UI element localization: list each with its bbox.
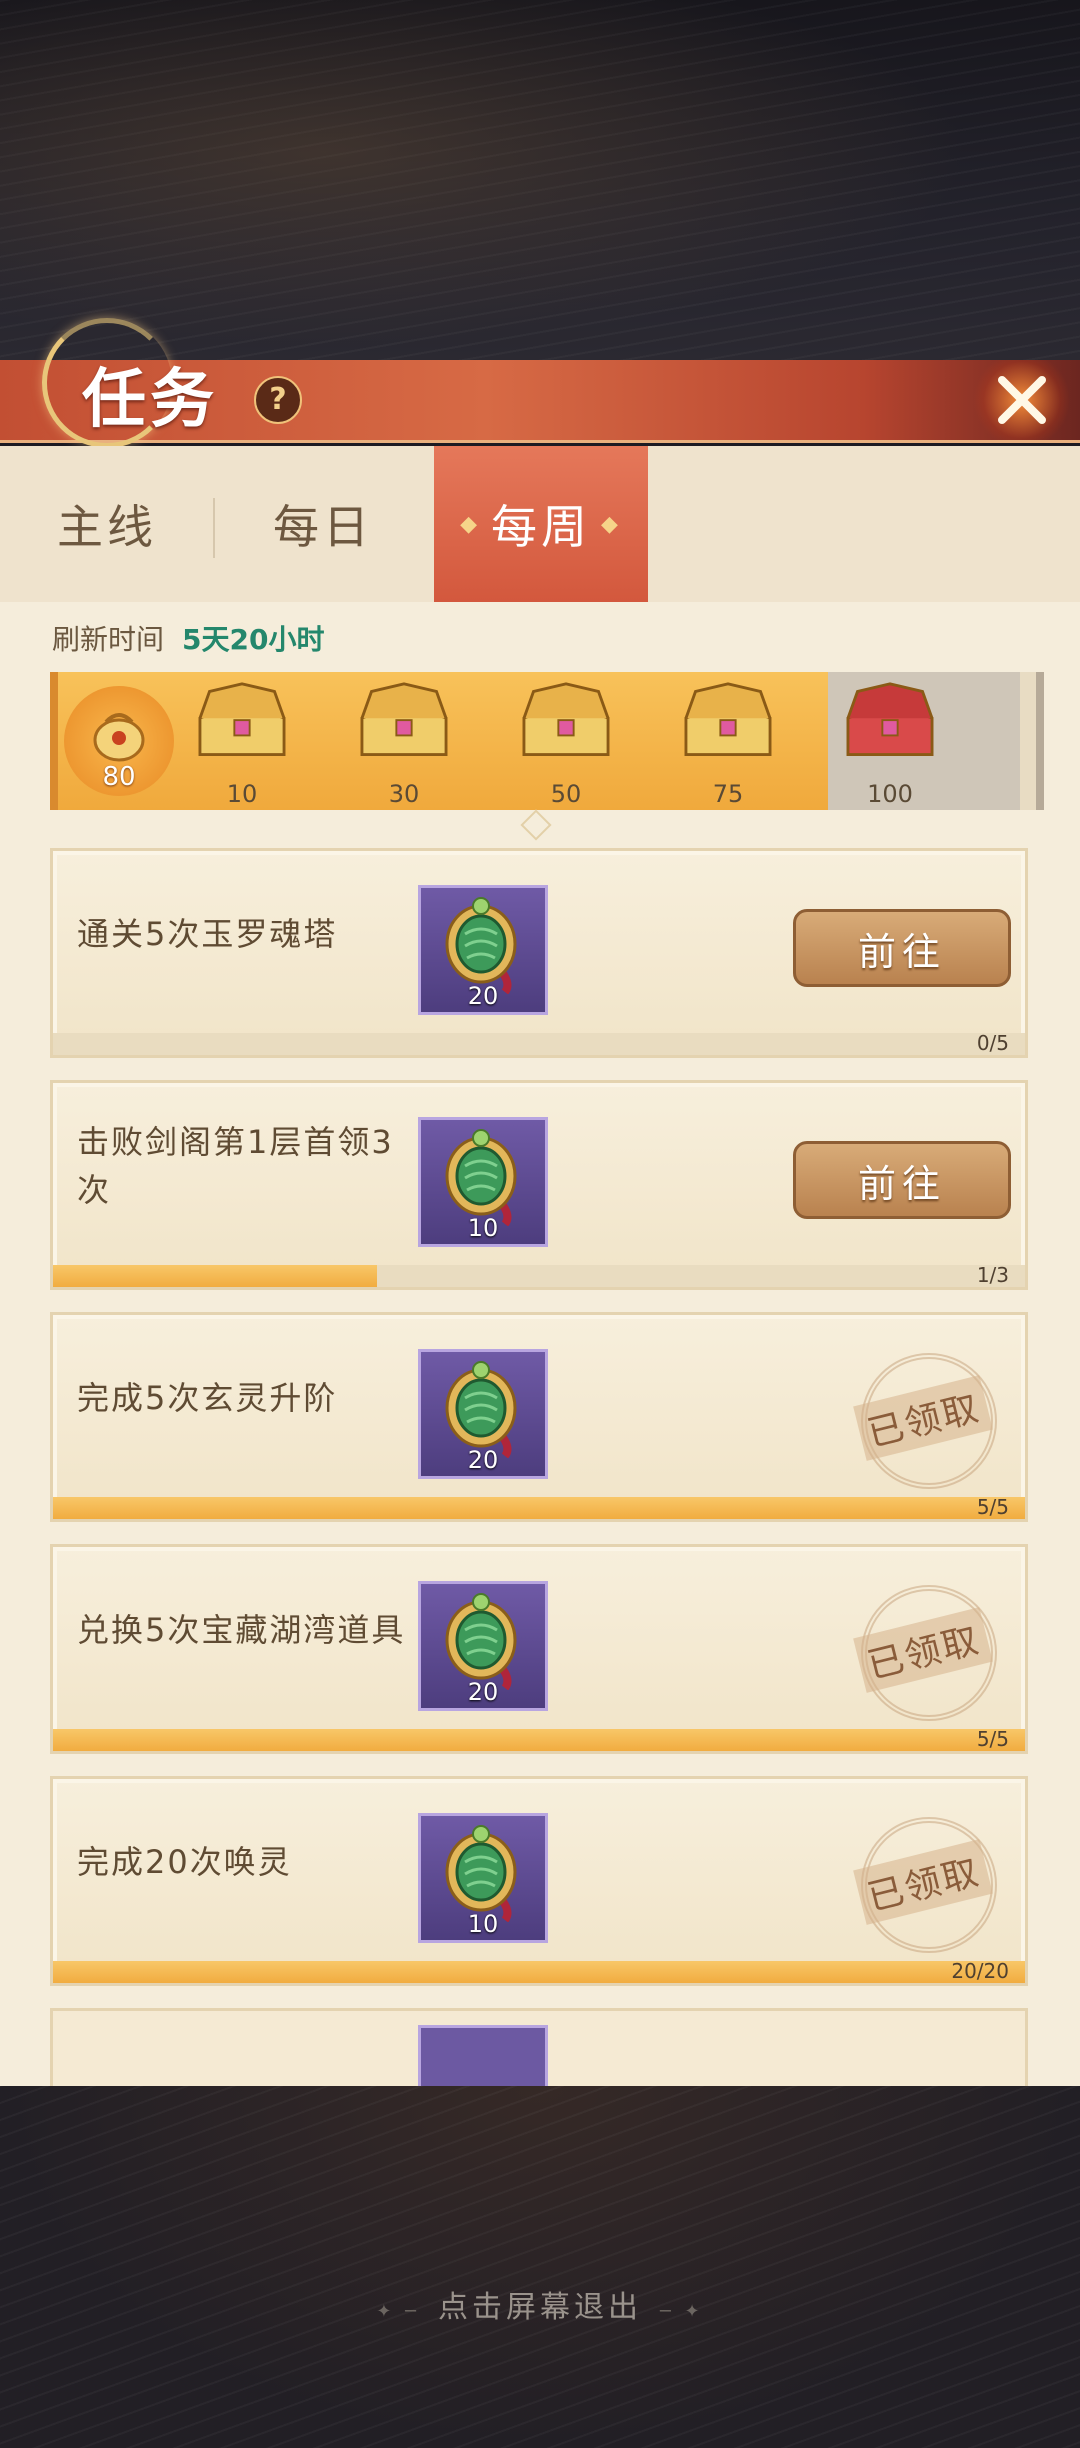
treasure-chest-icon xyxy=(846,682,934,756)
tab-divider xyxy=(213,498,215,558)
reward-item[interactable]: 20 xyxy=(418,1581,548,1711)
reward-item[interactable]: 10 xyxy=(418,1117,548,1247)
ornament-icon: ✦ ─ xyxy=(376,2301,420,2322)
task-progress-bar: 1/3 xyxy=(53,1263,1025,1287)
reward-item[interactable]: 10 xyxy=(418,1813,548,1943)
top-background xyxy=(0,0,1080,380)
task-card: 通关5次玉罗魂塔 20 前往 0/5 xyxy=(50,848,1028,1058)
task-progress-count: 1/3 xyxy=(976,1263,1009,1287)
pouch-icon xyxy=(93,713,145,762)
jade-talisman-icon xyxy=(445,897,517,994)
refresh-label: 刷新时间 xyxy=(52,623,165,656)
close-icon xyxy=(998,376,1046,424)
reward-quantity: 20 xyxy=(467,982,499,1010)
treasure-chest-icon xyxy=(198,682,286,756)
milestone-chest-1[interactable]: 30 xyxy=(339,674,469,808)
task-progress-count: 20/20 xyxy=(951,1959,1009,1983)
jade-talisman-icon xyxy=(445,1825,517,1922)
milestone-label: 50 xyxy=(550,780,582,808)
task-name: 兑换5次宝藏湖湾道具 xyxy=(77,1611,406,1649)
task-card: 完成5次玄灵升阶 20 已领取 5/5 xyxy=(50,1312,1028,1522)
task-progress-bar: 20/20 xyxy=(53,1959,1025,1983)
task-progress-fill xyxy=(53,1497,1025,1519)
task-name: 通关5次玉罗魂塔 xyxy=(77,915,338,953)
reward-quantity: 20 xyxy=(467,1678,499,1706)
task-progress-count: 0/5 xyxy=(976,1031,1009,1055)
task-name: 完成20次唤灵 xyxy=(77,1843,292,1881)
task-progress-fill xyxy=(53,1729,1025,1751)
milestone-chest-3[interactable]: 75 xyxy=(663,674,793,808)
task-card: 击败剑阁第1层首领3次 10 前往 1/3 xyxy=(50,1080,1028,1290)
reward-quantity: 20 xyxy=(467,1446,499,1474)
reward-quantity: 10 xyxy=(467,1910,499,1938)
claimed-stamp: 已领取 xyxy=(843,1353,1003,1489)
weekly-progress-track: 80 10 30 50 75 100 xyxy=(50,672,1044,810)
reward-quantity: 10 xyxy=(467,1214,499,1242)
reward-item[interactable]: 20 xyxy=(418,1349,548,1479)
task-card: 完成20次唤灵 10 已领取 20/20 xyxy=(50,1776,1028,1986)
tab-bar: 主线 每日 ◆ 每周 ◆ xyxy=(0,446,1080,602)
task-name: 击败剑阁第1层首领3次 xyxy=(77,1123,394,1209)
jade-talisman-icon xyxy=(445,1593,517,1690)
treasure-chest-icon xyxy=(360,682,448,756)
reward-item-icon xyxy=(418,2025,548,2086)
exit-hint[interactable]: ✦ ─ 点击屏幕退出 ─ ✦ xyxy=(0,2282,1080,2326)
milestone-chest-0[interactable]: 10 xyxy=(177,674,307,808)
help-button[interactable]: ? xyxy=(254,376,302,424)
milestone-label: 10 xyxy=(226,780,258,808)
milestone-chest-2[interactable]: 50 xyxy=(501,674,631,808)
exit-hint-text: 点击屏幕退出 xyxy=(438,2290,642,2325)
treasure-chest-icon xyxy=(522,682,610,756)
tab-weekly-label: 每周 xyxy=(491,500,591,554)
milestone-label: 30 xyxy=(388,780,420,808)
task-progress-bar: 5/5 xyxy=(53,1727,1025,1751)
task-progress-count: 5/5 xyxy=(976,1495,1009,1519)
jade-talisman-icon xyxy=(445,1129,517,1226)
reward-item[interactable]: 20 xyxy=(418,885,548,1015)
claimed-stamp: 已领取 xyxy=(843,1585,1003,1721)
close-button[interactable] xyxy=(972,360,1072,440)
ornament-icon: ─ ✦ xyxy=(660,2301,704,2322)
tab-main[interactable]: 主线 xyxy=(0,446,214,602)
diamond-ornament-icon: ◆ xyxy=(601,511,622,537)
jade-talisman-icon xyxy=(445,1361,517,1458)
task-card: 兑换5次宝藏湖湾道具 20 已领取 5/5 xyxy=(50,1544,1028,1754)
task-name: 完成5次玄灵升阶 xyxy=(77,1379,338,1417)
go-button[interactable]: 前往 xyxy=(793,1141,1011,1219)
page-title: 任务 xyxy=(82,363,218,437)
track-divider-ornament xyxy=(520,809,552,841)
task-card-partial xyxy=(50,2008,1028,2086)
go-button[interactable]: 前往 xyxy=(793,909,1011,987)
treasure-chest-icon xyxy=(684,682,772,756)
task-progress-bar: 0/5 xyxy=(53,1031,1025,1055)
bottom-background[interactable] xyxy=(0,2085,1080,2448)
task-progress-fill xyxy=(53,1265,377,1287)
milestone-label: 100 xyxy=(867,780,913,808)
task-progress-count: 5/5 xyxy=(976,1727,1009,1751)
diamond-ornament-icon: ◆ xyxy=(460,511,481,537)
task-progress-fill xyxy=(53,1961,1025,1983)
refresh-value: 5天20小时 xyxy=(182,623,325,656)
refresh-time: 刷新时间 5天20小时 xyxy=(52,618,324,658)
task-progress-bar: 5/5 xyxy=(53,1495,1025,1519)
tab-daily[interactable]: 每日 xyxy=(216,446,430,602)
task-panel: 主线 每日 ◆ 每周 ◆ 刷新时间 5天20小时 80 10 30 50 75 100 通… xyxy=(0,446,1080,2086)
tab-weekly[interactable]: ◆ 每周 ◆ xyxy=(434,446,648,602)
activity-points-badge: 80 xyxy=(64,686,174,796)
milestone-chest-4[interactable]: 100 xyxy=(825,674,955,808)
claimed-stamp: 已领取 xyxy=(843,1817,1003,1953)
milestone-label: 75 xyxy=(712,780,744,808)
activity-points: 80 xyxy=(102,762,136,792)
